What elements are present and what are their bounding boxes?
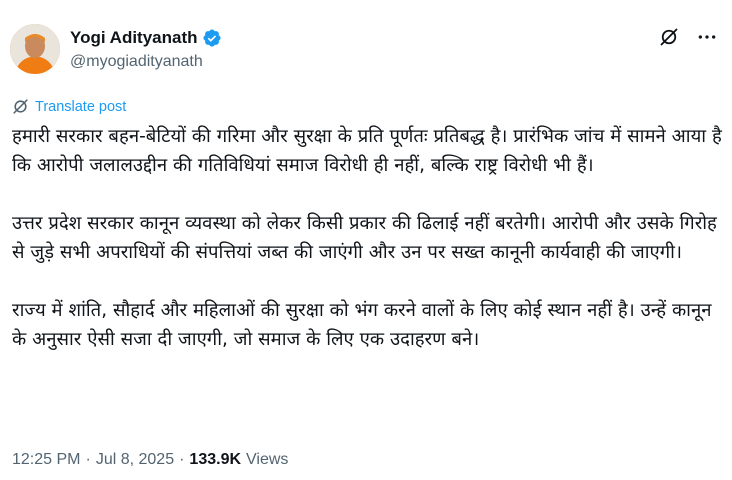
more-icon[interactable] (696, 26, 718, 48)
post-date[interactable]: Jul 8, 2025 (96, 451, 174, 469)
views-label: Views (246, 451, 289, 468)
translate-icon (13, 99, 28, 114)
meta-separator: · (179, 451, 185, 468)
author-name-row[interactable]: Yogi Adityanath (70, 28, 222, 48)
author-handle[interactable]: @myogiadityanath (70, 53, 203, 71)
post-paragraph-2: उत्तर प्रदेश सरकार कानून व्यवस्था को लेक… (12, 213, 717, 263)
translate-post-link[interactable]: Translate post (12, 98, 126, 115)
meta-separator: · (85, 451, 91, 468)
views-count: 133.9K (189, 451, 242, 468)
verified-badge-icon (202, 29, 221, 47)
author-name[interactable]: Yogi Adityanath (70, 28, 198, 48)
grok-icon[interactable] (658, 26, 680, 48)
post-time[interactable]: 12:25 PM (12, 451, 80, 469)
post-paragraph-1: हमारी सरकार बहन-बेटियों की गरिमा और सुरक… (12, 126, 722, 176)
avatar[interactable] (10, 24, 60, 74)
post-text: हमारी सरकार बहन-बेटियों की गरिमा और सुरक… (12, 122, 724, 383)
post-paragraph-3: राज्य में शांति, सौहार्द और महिलाओं की स… (12, 300, 712, 350)
post-meta: 12:25 PM · Jul 8, 2025 · 133.9K Views (12, 451, 288, 469)
translate-label[interactable]: Translate post (35, 99, 126, 115)
